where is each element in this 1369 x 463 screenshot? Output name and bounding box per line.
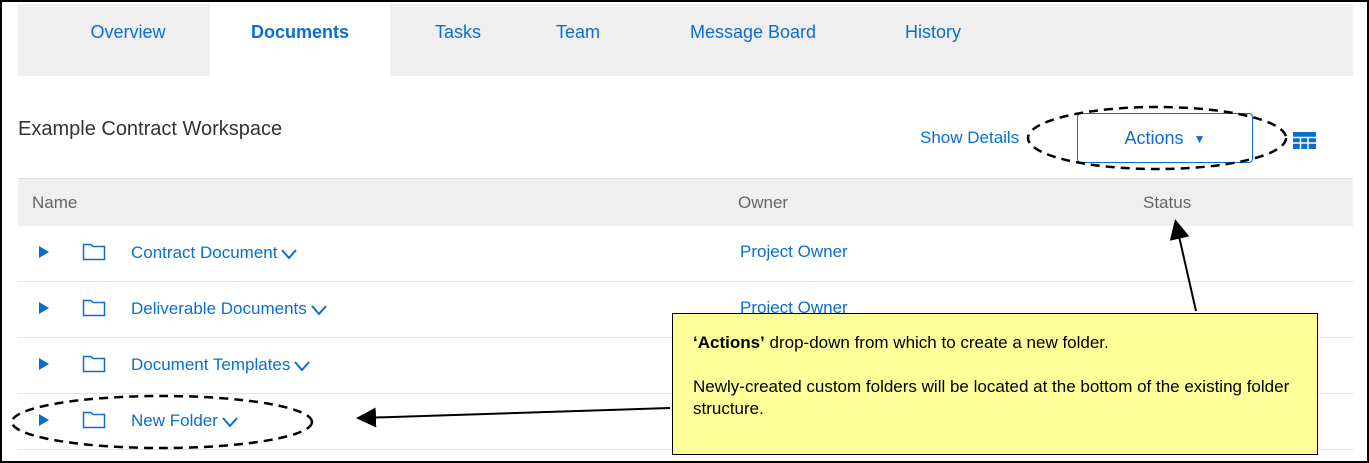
tab-team[interactable]: Team <box>538 4 618 76</box>
table-header: Name Owner Status <box>18 178 1353 226</box>
page-frame: Overview Documents Tasks Team Message Bo… <box>0 0 1369 463</box>
actions-button-label: Actions <box>1124 128 1184 148</box>
callout-line-2: Newly-created custom folders will be loc… <box>693 377 1290 418</box>
owner-link[interactable]: Project Owner <box>740 242 848 262</box>
chevron-down-icon[interactable] <box>221 416 239 428</box>
tab-documents[interactable]: Documents <box>210 4 390 78</box>
page-title: Example Contract Workspace <box>18 118 283 140</box>
column-header-status[interactable]: Status <box>1143 193 1191 213</box>
folder-name-link[interactable]: New Folder <box>131 411 239 431</box>
expand-arrow-icon[interactable] <box>38 300 50 316</box>
callout-line-1: ‘Actions’ drop-down from which to create… <box>693 332 1297 354</box>
tab-bar: Overview Documents Tasks Team Message Bo… <box>18 4 1353 78</box>
column-header-name[interactable]: Name <box>32 193 77 213</box>
callout-bold-text: ‘Actions’ <box>693 333 765 352</box>
show-details-link[interactable]: Show Details <box>920 128 1019 148</box>
folder-icon <box>82 411 106 429</box>
expand-arrow-icon[interactable] <box>38 412 50 428</box>
folder-icon <box>82 299 106 317</box>
column-header-owner[interactable]: Owner <box>738 193 788 213</box>
tab-tasks[interactable]: Tasks <box>413 4 503 76</box>
folder-icon <box>82 243 106 261</box>
tab-message-board[interactable]: Message Board <box>668 4 838 76</box>
annotation-callout: ‘Actions’ drop-down from which to create… <box>672 313 1318 455</box>
folder-name-link[interactable]: Contract Document <box>131 243 298 263</box>
expand-arrow-icon[interactable] <box>38 244 50 260</box>
caret-down-icon: ▼ <box>1193 132 1206 147</box>
chevron-down-icon[interactable] <box>280 248 298 260</box>
table-row: Contract Document Project Owner <box>18 226 1353 282</box>
actions-dropdown-button[interactable]: Actions ▼ <box>1077 113 1253 163</box>
table-grid-icon[interactable] <box>1293 132 1316 149</box>
folder-name-link[interactable]: Document Templates <box>131 355 311 375</box>
callout-line-1-rest: drop-down from which to create a new fol… <box>764 333 1109 352</box>
tab-overview[interactable]: Overview <box>68 4 188 76</box>
folder-icon <box>82 355 106 373</box>
folder-name-link[interactable]: Deliverable Documents <box>131 299 328 319</box>
expand-arrow-icon[interactable] <box>38 356 50 372</box>
chevron-down-icon[interactable] <box>310 304 328 316</box>
chevron-down-icon[interactable] <box>293 360 311 372</box>
tab-history[interactable]: History <box>888 4 978 76</box>
